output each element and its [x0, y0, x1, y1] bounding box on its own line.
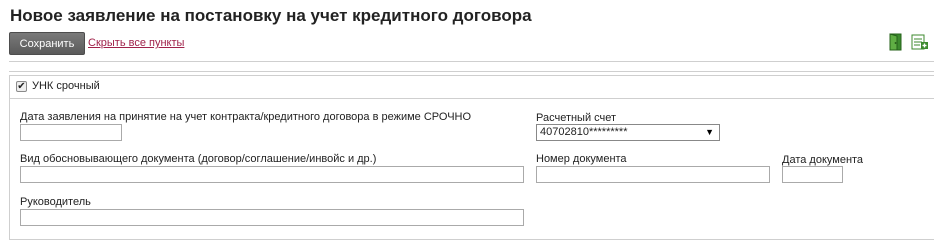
doc-type-field[interactable] [20, 166, 524, 183]
toolbar-separator [9, 61, 934, 72]
account-label: Расчетный счет [536, 112, 617, 124]
add-sheet-icon[interactable] [911, 33, 929, 51]
doc-number-label: Номер документа [536, 153, 627, 165]
doc-date-field[interactable] [782, 166, 843, 183]
account-select-value: 40702810********* [540, 126, 628, 138]
urgent-checkbox[interactable]: ✔ [16, 81, 27, 92]
doc-date-label: Дата документа [782, 154, 864, 166]
application-date-label: Дата заявления на принятие на учет контр… [20, 111, 472, 123]
save-button[interactable]: Сохранить [9, 32, 85, 55]
doc-type-label: Вид обосновывающего документа (договор/с… [20, 153, 377, 165]
doc-number-field[interactable] [536, 166, 770, 183]
manager-field[interactable] [20, 209, 524, 226]
hide-all-items-link[interactable]: Скрыть все пункты [88, 37, 184, 49]
page-title: Новое заявление на постановку на учет кр… [10, 6, 532, 25]
manager-label: Руководитель [20, 196, 91, 208]
urgent-checkbox-label: УНК срочный [32, 80, 100, 92]
dropdown-arrow-icon: ▼ [705, 127, 714, 137]
account-select[interactable]: 40702810********* ▼ [536, 124, 720, 141]
exit-door-icon[interactable] [887, 33, 905, 51]
urgent-row: ✔ УНК срочный [9, 75, 934, 99]
application-date-field[interactable] [20, 124, 122, 141]
